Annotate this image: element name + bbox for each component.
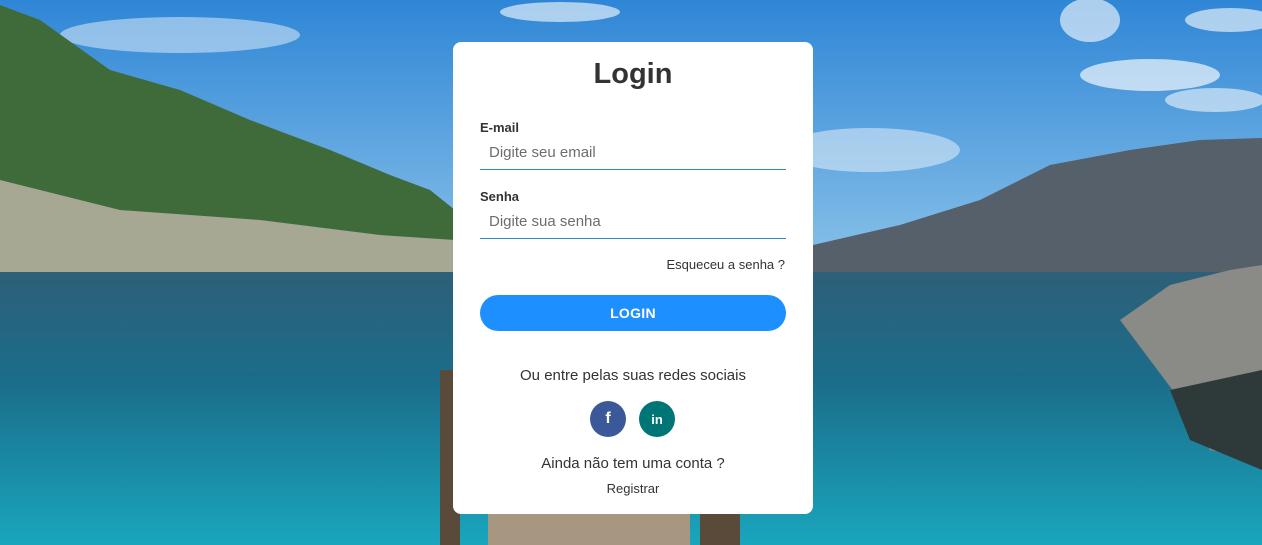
register-link[interactable]: Registrar [453,481,813,496]
password-label: Senha [480,189,520,204]
forgot-password-link[interactable]: Esqueceu a senha ? [666,257,785,272]
no-account-text: Ainda não tem uma conta ? [541,455,725,472]
email-label: E-mail [480,120,520,135]
login-card: Login E-mail Senha Esqueceu a senha ? LO… [453,42,813,514]
social-login-prompt: Ou entre pelas suas redes sociais [520,367,746,384]
linkedin-icon: in [651,411,663,427]
login-button[interactable]: LOGIN [480,295,786,331]
linkedin-login-button[interactable]: in [639,401,675,437]
facebook-icon: f [605,410,611,427]
password-field[interactable] [480,205,786,239]
facebook-login-button[interactable]: f [590,401,626,437]
page-title: Login [593,58,673,90]
email-field[interactable] [480,136,786,170]
